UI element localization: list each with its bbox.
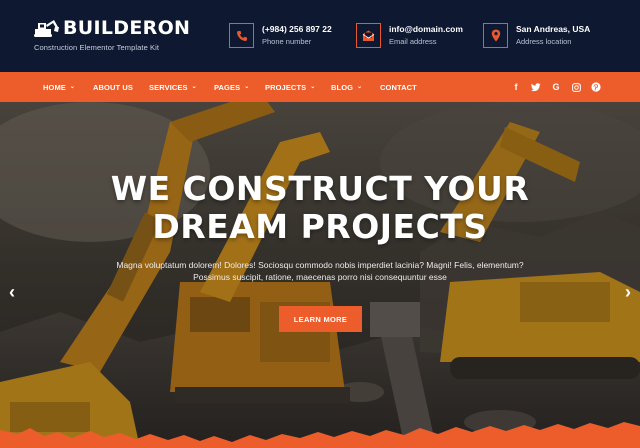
contact-email[interactable]: info@domain.com Email address: [356, 23, 463, 48]
chevron-right-icon[interactable]: ›: [620, 282, 636, 302]
phone-icon: [229, 23, 254, 48]
brand-tagline: Construction Elementor Template Kit: [34, 43, 160, 52]
nav-label-services: SERVICES: [149, 82, 188, 92]
chevron-down-icon: ⌄: [310, 84, 316, 90]
phone-label: Phone number: [262, 36, 312, 46]
brand-name: BUILDERON: [63, 17, 191, 39]
hero-title-line1: WE CONSTRUCT YOUR: [110, 169, 530, 208]
chevron-down-icon: ⌄: [69, 84, 76, 90]
chevron-down-icon: ⌄: [191, 84, 197, 90]
chevron-down-icon: ⌄: [357, 84, 363, 90]
main-nav: HOME ⌄ ABOUT US SERVICES ⌄ PAGES ⌄ PROJECTS…: [0, 72, 640, 102]
nav-item-about[interactable]: ABOUT US: [93, 72, 133, 102]
twitter-icon[interactable]: [529, 72, 543, 102]
nav-item-home[interactable]: HOME ⌄: [43, 72, 75, 102]
instagram-icon[interactable]: [569, 72, 583, 102]
nav-item-services[interactable]: SERVICES ⌄: [149, 72, 197, 102]
google-icon[interactable]: G: [549, 72, 563, 102]
hero-title-line2: DREAM PROJECTS: [152, 207, 488, 246]
nav-label-home: HOME: [43, 82, 66, 92]
torn-paper-divider: [0, 422, 640, 448]
email-address: info@domain.com: [389, 23, 463, 34]
hero-description: Magna voluptatum dolorem! Dolores! Socio…: [116, 260, 524, 282]
phone-number: (+984) 256 897 22: [262, 23, 332, 34]
nav-label-projects: PROJECTS: [265, 82, 307, 92]
location-pin-icon: [483, 23, 508, 48]
top-header: BUILDERON Construction Elementor Templat…: [0, 0, 640, 72]
excavator-icon: [34, 20, 59, 37]
contact-location[interactable]: San Andreas, USA Address location: [483, 23, 590, 48]
nav-label-pages: PAGES: [214, 82, 241, 92]
address-label: Address location: [516, 36, 572, 46]
nav-item-pages[interactable]: PAGES ⌄: [214, 72, 249, 102]
nav-label-about: ABOUT US: [93, 82, 133, 92]
nav-item-projects[interactable]: PROJECTS ⌄: [265, 72, 315, 102]
contact-phone[interactable]: (+984) 256 897 22 Phone number: [229, 23, 332, 48]
brand-logo[interactable]: BUILDERON Construction Elementor Templat…: [34, 17, 190, 52]
nav-item-blog[interactable]: BLOG ⌄: [331, 72, 362, 102]
nav-label-contact: CONTACT: [380, 82, 417, 92]
hero-section: WE CONSTRUCT YOUR DREAM PROJECTS Magna v…: [0, 102, 640, 448]
chevron-left-icon[interactable]: ‹: [4, 282, 20, 302]
chevron-down-icon: ⌄: [244, 84, 250, 90]
nav-label-blog: BLOG: [331, 82, 354, 92]
email-icon: [356, 23, 381, 48]
learn-more-button[interactable]: LEARN MORE: [279, 306, 362, 332]
facebook-icon[interactable]: f: [509, 72, 523, 102]
nav-item-contact[interactable]: CONTACT: [380, 72, 417, 102]
address-text: San Andreas, USA: [516, 23, 591, 34]
pinterest-icon[interactable]: [589, 72, 603, 102]
email-label: Email address: [389, 36, 437, 46]
